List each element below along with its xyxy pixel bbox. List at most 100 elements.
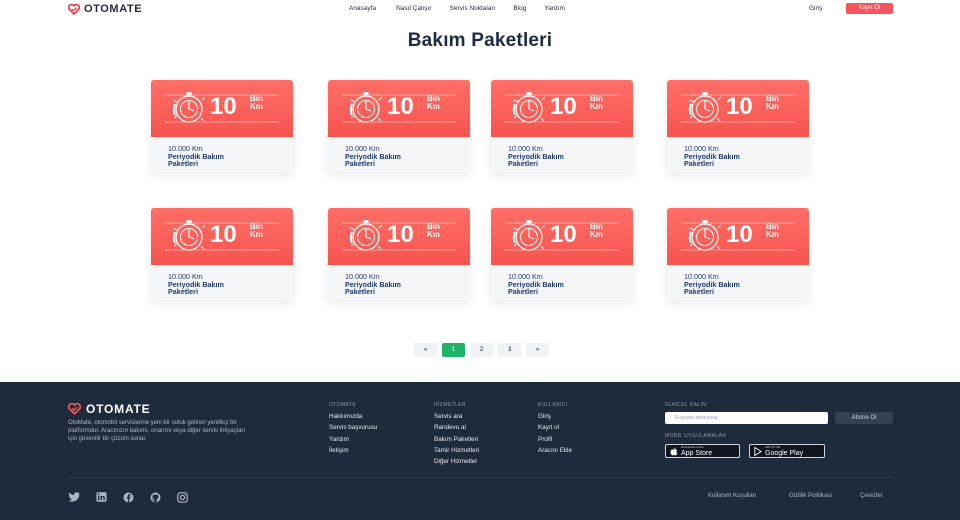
package-card[interactable]: 10 Bin Km 10.000 Km Periyodik Bakım Paketleri — [328, 208, 470, 300]
brand-logo[interactable]: OTOMATE — [68, 3, 142, 15]
footer-link-cookies[interactable]: Çerezler — [860, 493, 883, 499]
page-title: Bakım Paketleri — [407, 30, 553, 51]
package-number: 10 — [726, 221, 753, 248]
pagination: « 1 2 3 » — [414, 343, 549, 357]
package-number: 10 — [550, 93, 577, 120]
package-card-text: 10.000 Km Periyodik Bakım Paketleri — [345, 273, 401, 296]
twitter-icon[interactable] — [68, 492, 80, 502]
nav-blog[interactable]: Blog — [513, 5, 526, 12]
package-title-line2: Paketleri — [508, 159, 538, 168]
login-link[interactable]: Giriş — [809, 5, 822, 12]
pagination-page-3[interactable]: 3 — [498, 343, 521, 357]
pagination-next[interactable]: » — [526, 343, 549, 357]
package-card-image: 10 Bin Km — [491, 80, 633, 137]
package-title-line2: Paketleri — [345, 287, 375, 296]
package-unit-bottom: Km — [427, 230, 440, 239]
pagination-prev[interactable]: « — [414, 343, 437, 357]
package-card[interactable]: 10 Bin Km 10.000 Km Periyodik Bakım Paketleri — [491, 80, 633, 172]
package-card-image: 10 Bin Km — [667, 80, 809, 137]
footer-link-contact[interactable]: İletişim — [329, 447, 377, 454]
package-unit: Bin Km — [250, 95, 263, 111]
footer-col-user: KULLANICI Giriş Kayıt ol Profil Aracını … — [538, 402, 572, 458]
footer-link-about[interactable]: Hakkımızda — [329, 413, 377, 420]
linkedin-icon[interactable] — [95, 492, 107, 502]
footer-link-service-application[interactable]: Servis başvurusu — [329, 424, 377, 431]
package-card[interactable]: 10 Bin Km 10.000 Km Periyodik Bakım Paketleri — [151, 208, 293, 300]
nav-service-points[interactable]: Servis Noktaları — [450, 5, 496, 12]
package-card-text: 10.000 Km Periyodik Bakım Paketleri — [345, 145, 401, 168]
footer-brand-logo[interactable]: OTOMATE — [68, 402, 151, 416]
package-unit: Bin Km — [427, 95, 440, 111]
package-card[interactable]: 10 Bin Km 10.000 Km Periyodik Bakım Paketleri — [667, 80, 809, 172]
package-card-text: 10.000 Km Periyodik Bakım Paketleri — [684, 273, 740, 296]
package-number: 10 — [387, 93, 414, 120]
footer-brand-name: OTOMATE — [86, 402, 151, 416]
footer-link-profile[interactable]: Profil — [538, 436, 572, 443]
package-card-image: 10 Bin Km — [328, 80, 470, 137]
package-unit-bottom: Km — [250, 102, 263, 111]
apple-icon — [670, 447, 678, 455]
package-card[interactable]: 10 Bin Km 10.000 Km Periyodik Bakım Paketleri — [328, 80, 470, 172]
footer-link-other-services[interactable]: Diğer Hizmetler — [434, 458, 479, 465]
package-title-line2: Paketleri — [168, 159, 198, 168]
footer-link-repair-services[interactable]: Tamir Hizmetleri — [434, 447, 479, 454]
footer-col-title: HİZMETLER — [434, 402, 466, 408]
signup-button[interactable]: Kayıt Ol — [846, 3, 893, 14]
package-card[interactable]: 10 Bin Km 10.000 Km Periyodik Bakım Paketleri — [491, 208, 633, 300]
app-store-button[interactable]: Download on the App Store — [665, 444, 740, 458]
package-card-image: 10 Bin Km — [491, 208, 633, 265]
footer-link-maintenance-packages[interactable]: Bakım Paketleri — [434, 436, 479, 443]
google-play-labels: GET IT ON Google Play — [765, 445, 803, 457]
main-nav: Anasayfa Nasıl Çalışır Servis Noktaları … — [349, 5, 583, 12]
heart-logo-icon — [68, 403, 81, 415]
package-title-line2: Paketleri — [345, 159, 375, 168]
footer-link-privacy[interactable]: Gizlilik Politikası — [789, 493, 832, 499]
nav-home[interactable]: Anasayfa — [349, 5, 376, 12]
footer-description: OtoMate, otomobil servislerine yeni bir … — [68, 420, 246, 442]
package-card-image: 10 Bin Km — [328, 208, 470, 265]
footer-link-login[interactable]: Giriş — [538, 413, 572, 420]
package-unit-bottom: Km — [250, 230, 263, 239]
package-unit-bottom: Km — [766, 102, 779, 111]
app-store-labels: Download on the App Store — [681, 445, 712, 457]
pagination-page-1[interactable]: 1 — [442, 343, 465, 357]
package-card-text: 10.000 Km Periyodik Bakım Paketleri — [168, 145, 224, 168]
package-card-text: 10.000 Km Periyodik Bakım Paketleri — [168, 273, 224, 296]
package-unit: Bin Km — [766, 95, 779, 111]
footer-col-title: OTOMATE — [329, 402, 357, 408]
package-card-image: 10 Bin Km — [151, 80, 293, 137]
package-card-image: 10 Bin Km — [151, 208, 293, 265]
pagination-page-2[interactable]: 2 — [470, 343, 493, 357]
github-icon[interactable] — [149, 492, 161, 502]
package-card[interactable]: 10 Bin Km 10.000 Km Periyodik Bakım Paketleri — [151, 80, 293, 172]
app-store-big: App Store — [681, 450, 713, 457]
package-unit-bottom: Km — [590, 230, 603, 239]
footer-link-register[interactable]: Kayıt ol — [538, 424, 572, 431]
package-unit-bottom: Km — [766, 230, 779, 239]
subscribe-button[interactable]: Abone Ol — [835, 412, 893, 424]
package-unit: Bin Km — [590, 223, 603, 239]
facebook-icon[interactable] — [122, 492, 134, 502]
top-header: OTOMATE Anasayfa Nasıl Çalışır Servis No… — [0, 0, 960, 18]
footer-link-terms[interactable]: Kullanım Koşulları — [708, 493, 756, 499]
heart-logo-icon — [68, 3, 80, 15]
footer-link-add-vehicle[interactable]: Aracını Ekle — [538, 447, 572, 454]
google-play-button[interactable]: GET IT ON Google Play — [749, 444, 825, 458]
social-links — [68, 491, 188, 503]
subscribe-title: GÜNCEL KALIN — [665, 402, 707, 408]
email-input[interactable]: E-posta adresiniz — [665, 412, 828, 424]
google-play-icon — [754, 446, 762, 456]
footer-link-appointment[interactable]: Randevu al — [434, 424, 479, 431]
instagram-icon[interactable] — [176, 491, 188, 503]
package-card-text: 10.000 Km Periyodik Bakım Paketleri — [684, 145, 740, 168]
footer-link-help[interactable]: Yardım — [329, 436, 377, 443]
nav-help[interactable]: Yardım — [544, 5, 564, 12]
package-card[interactable]: 10 Bin Km 10.000 Km Periyodik Bakım Paketleri — [667, 208, 809, 300]
nav-how-it-works[interactable]: Nasıl Çalışır — [396, 5, 431, 12]
package-title-line2: Paketleri — [684, 159, 714, 168]
package-card-image: 10 Bin Km — [667, 208, 809, 265]
google-play-big: Google Play — [765, 450, 804, 457]
footer-link-find-service[interactable]: Servis ara — [434, 413, 479, 420]
package-number: 10 — [210, 221, 237, 248]
package-unit: Bin Km — [250, 223, 263, 239]
